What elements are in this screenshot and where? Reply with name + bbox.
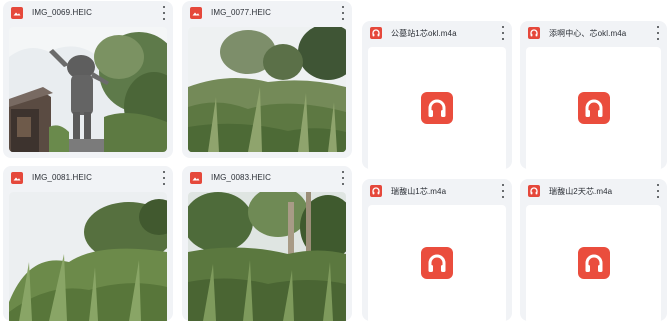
audio-file-icon: [528, 185, 540, 197]
more-options-icon[interactable]: [160, 6, 168, 20]
more-options-icon[interactable]: [499, 26, 507, 40]
more-options-icon[interactable]: [339, 6, 347, 20]
file-card-image[interactable]: IMG_0083.HEIC: [182, 166, 352, 321]
headphones-icon: [421, 92, 453, 124]
headphones-icon: [577, 92, 610, 124]
file-name: IMG_0083.HEIC: [211, 173, 271, 182]
audio-file-icon: [370, 185, 382, 197]
file-name: IMG_0077.HEIC: [211, 8, 271, 17]
file-card-audio[interactable]: 添啊中心、芯okl.m4a: [520, 21, 667, 169]
image-file-icon: [190, 172, 202, 184]
audio-file-icon: [528, 27, 540, 39]
file-name: IMG_0069.HEIC: [32, 8, 92, 17]
card-header: IMG_0069.HEIC: [3, 1, 173, 27]
headphones-icon: [577, 247, 610, 279]
image-file-icon: [11, 172, 23, 184]
file-name: 添啊中心、芯okl.m4a: [549, 29, 627, 38]
card-header: 公墓站1芯okl.m4a: [362, 21, 512, 47]
image-file-icon: [11, 7, 23, 19]
image-file-icon: [190, 7, 202, 19]
file-card-image[interactable]: IMG_0081.HEIC: [3, 166, 173, 321]
audio-file-icon: [370, 27, 382, 39]
audio-preview[interactable]: [526, 205, 661, 321]
image-thumbnail[interactable]: [9, 27, 167, 152]
file-name: 瑞馥山2天芯.m4a: [549, 187, 613, 196]
more-options-icon[interactable]: [499, 184, 507, 198]
file-card-audio[interactable]: 瑞馥山2天芯.m4a: [520, 179, 667, 321]
audio-preview[interactable]: [368, 205, 506, 321]
card-header: IMG_0081.HEIC: [3, 166, 173, 192]
card-header: IMG_0077.HEIC: [182, 1, 352, 27]
file-name: 瑞馥山1芯.m4a: [391, 187, 447, 196]
audio-preview[interactable]: [526, 47, 661, 169]
card-header: IMG_0083.HEIC: [182, 166, 352, 192]
card-header: 瑞馥山2天芯.m4a: [520, 179, 667, 205]
more-options-icon[interactable]: [654, 26, 662, 40]
card-header: 添啊中心、芯okl.m4a: [520, 21, 667, 47]
file-name: 公墓站1芯okl.m4a: [391, 29, 457, 38]
image-thumbnail[interactable]: [9, 192, 167, 321]
headphones-icon: [421, 247, 453, 279]
file-name: IMG_0081.HEIC: [32, 173, 92, 182]
file-card-audio[interactable]: 瑞馥山1芯.m4a: [362, 179, 512, 321]
file-card-image[interactable]: IMG_0077.HEIC: [182, 1, 352, 158]
image-thumbnail[interactable]: [188, 27, 346, 152]
card-header: 瑞馥山1芯.m4a: [362, 179, 512, 205]
file-card-audio[interactable]: 公墓站1芯okl.m4a: [362, 21, 512, 169]
more-options-icon[interactable]: [160, 171, 168, 185]
more-options-icon[interactable]: [654, 184, 662, 198]
file-card-image[interactable]: IMG_0069.HEIC: [3, 1, 173, 158]
more-options-icon[interactable]: [339, 171, 347, 185]
audio-preview[interactable]: [368, 47, 506, 169]
image-thumbnail[interactable]: [188, 192, 346, 321]
